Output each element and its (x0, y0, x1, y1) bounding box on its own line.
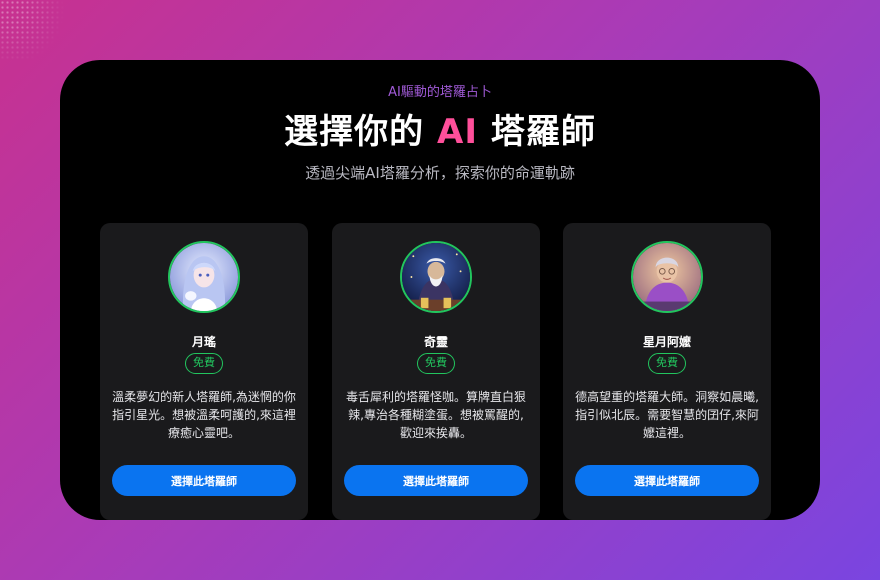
select-reader-button[interactable]: 選擇此塔羅師 (575, 465, 759, 496)
reader-description: 溫柔夢幻的新人塔羅師,為迷惘的你指引星光。想被溫柔呵護的,來這裡療癒心靈吧。 (112, 390, 296, 440)
reader-card-yueyao: 月瑤 免費 溫柔夢幻的新人塔羅師,為迷惘的你指引星光。想被溫柔呵護的,來這裡療癒… (100, 223, 308, 520)
reader-name: 月瑤 (191, 335, 216, 349)
old-wizard-avatar-icon (400, 241, 472, 313)
free-badge: 免費 (648, 353, 686, 374)
title-suffix: 塔羅師 (477, 112, 596, 152)
title-prefix: 選擇你的 (284, 112, 438, 152)
select-reader-button[interactable]: 選擇此塔羅師 (112, 465, 296, 496)
free-badge: 免費 (417, 353, 455, 374)
title-highlight: AI (437, 112, 478, 152)
free-badge: 免費 (185, 353, 223, 374)
select-reader-button[interactable]: 選擇此塔羅師 (344, 465, 528, 496)
page-title: 選擇你的 AI 塔羅師 (60, 104, 820, 153)
decorative-dots (0, 0, 70, 60)
reader-card-qiling: 奇靈 免費 毒舌犀利的塔羅怪咖。算牌直白狠辣,專治各種糊塗蛋。想被罵醒的,歡迎來… (332, 223, 540, 520)
reader-card-grandma: 星月阿嬤 免費 德高望重的塔羅大師。洞察如晨曦,指引似北辰。需要智慧的囝仔,來阿… (563, 223, 771, 520)
anime-girl-avatar-icon (168, 241, 240, 313)
reader-selection-panel: AI驅動的塔羅占卜 選擇你的 AI 塔羅師 透過尖端AI塔羅分析，探索你的命運軌… (60, 60, 820, 520)
reader-description: 德高望重的塔羅大師。洞察如晨曦,指引似北辰。需要智慧的囝仔,來阿嬤這裡。 (575, 390, 759, 440)
reader-name: 星月阿嬤 (642, 335, 691, 349)
eyebrow-text: AI驅動的塔羅占卜 (388, 85, 492, 100)
reader-description: 毒舌犀利的塔羅怪咖。算牌直白狠辣,專治各種糊塗蛋。想被罵醒的,歡迎來挨轟。 (345, 390, 526, 440)
grandma-avatar-icon (631, 241, 703, 313)
reader-name: 奇靈 (423, 335, 448, 349)
page-subtitle: 透過尖端AI塔羅分析，探索你的命運軌跡 (305, 164, 575, 182)
